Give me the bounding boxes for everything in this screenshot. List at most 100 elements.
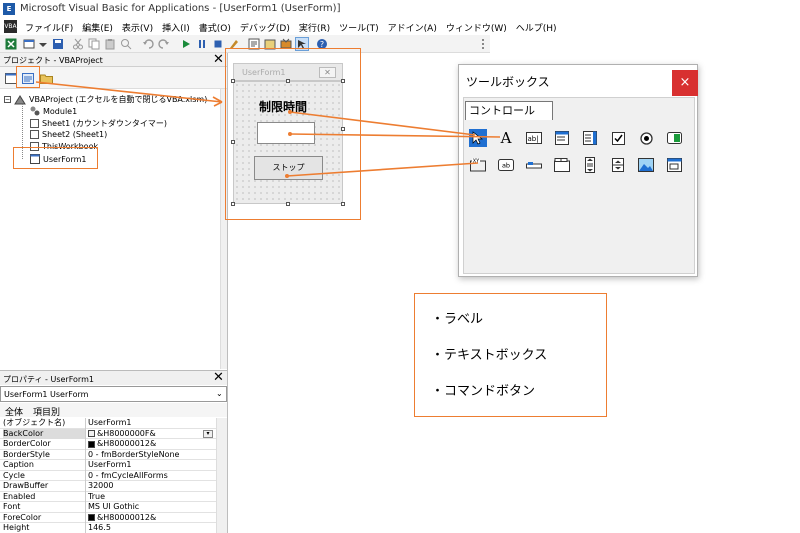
property-value[interactable]: 32000 (88, 481, 223, 491)
property-value-text: 0 - fmBorderStyleNone (88, 449, 180, 459)
menu-edit[interactable]: 編集(E) (82, 21, 113, 34)
cut-icon[interactable] (72, 38, 84, 50)
checkbox-tool-icon[interactable] (609, 129, 627, 147)
property-row[interactable]: BorderStyle 0 - fmBorderStyleNone (0, 449, 227, 460)
property-value[interactable]: 0 - fmCycleAllForms (88, 471, 223, 481)
tree-item-sheet2[interactable]: Sheet2 (Sheet1) (30, 130, 107, 139)
property-name: Enabled (3, 491, 36, 501)
image-tool-icon[interactable] (637, 156, 655, 174)
togglebutton-tool-icon[interactable] (665, 129, 683, 147)
reset-icon[interactable] (212, 38, 224, 50)
svg-text:XY: XY (473, 159, 480, 165)
frame-tool-icon[interactable]: XY (469, 156, 487, 174)
menu-view[interactable]: 表示(V) (122, 21, 153, 34)
insert-userform-icon[interactable] (23, 38, 35, 50)
object-select[interactable]: UserForm1 UserForm ⌄ (0, 386, 227, 402)
properties-panel-close-icon[interactable]: ✕ (213, 371, 224, 384)
property-name: BackColor (3, 428, 85, 439)
commandbutton-tool-icon[interactable]: ab (497, 156, 515, 174)
color-swatch (88, 430, 95, 437)
project-panel-close-icon[interactable]: ✕ (213, 53, 224, 66)
save-icon[interactable] (52, 38, 64, 50)
property-value-text: UserForm1 (88, 460, 132, 469)
property-value[interactable]: &H80000012& (88, 439, 223, 449)
menu-format[interactable]: 書式(O) (199, 21, 231, 34)
property-row[interactable]: Cycle 0 - fmCycleAllForms (0, 470, 227, 481)
property-name: Cycle (3, 470, 25, 480)
toolbar-grip[interactable] (482, 39, 488, 49)
vba-app-icon: E (3, 3, 15, 15)
tab-alphabetic[interactable]: 全体 (5, 405, 23, 418)
tree-root[interactable]: − VBAProject (エクセルを自動で閉じるVBA.xlsm) (4, 94, 207, 105)
menu-addins[interactable]: アドイン(A) (388, 21, 437, 34)
property-row[interactable]: Height 146.5 (0, 523, 227, 533)
tabstrip-tool-icon[interactable] (525, 156, 543, 174)
properties-scrollbar[interactable] (216, 418, 227, 533)
undo-icon[interactable] (142, 38, 154, 50)
label-tool-icon[interactable]: A (497, 129, 515, 147)
menu-file[interactable]: ファイル(F) (25, 21, 73, 34)
property-value[interactable]: 0 - fmBorderStyleNone (88, 450, 223, 460)
menu-tools[interactable]: ツール(T) (339, 21, 379, 34)
menu-help[interactable]: ヘルプ(H) (516, 21, 557, 34)
find-icon[interactable] (120, 38, 132, 50)
menu-debug[interactable]: デバッグ(D) (240, 21, 290, 34)
menu-window[interactable]: ウィンドウ(W) (446, 21, 507, 34)
optionbutton-tool-icon[interactable] (637, 129, 655, 147)
property-row[interactable]: DrawBuffer 32000 (0, 481, 227, 492)
property-value[interactable]: UserForm1 (88, 460, 223, 470)
run-icon[interactable] (180, 38, 192, 50)
color-swatch (88, 514, 95, 521)
excel-view-icon[interactable] (5, 38, 17, 50)
spinbutton-tool-icon[interactable] (609, 156, 627, 174)
property-row[interactable]: (オブジェクト名) UserForm1 (0, 418, 227, 429)
dropdown-icon[interactable] (37, 38, 49, 50)
property-row[interactable]: BackColor &H8000000F& ▾ (0, 428, 227, 439)
property-separator (85, 512, 86, 523)
scrollbar-tool-icon[interactable] (581, 156, 599, 174)
property-name: BorderStyle (3, 449, 50, 459)
refedit-tool-icon[interactable] (665, 156, 683, 174)
break-icon[interactable] (196, 38, 208, 50)
property-value[interactable]: MS UI Gothic (88, 502, 223, 512)
collapse-icon[interactable]: − (4, 96, 11, 103)
property-separator (85, 502, 86, 513)
select-objects-icon[interactable] (469, 129, 487, 147)
combobox-tool-icon[interactable] (553, 129, 571, 147)
toggle-folders-icon[interactable] (40, 73, 53, 84)
multipage-tool-icon[interactable] (553, 156, 571, 174)
listbox-tool-icon[interactable] (581, 129, 599, 147)
sheet-icon (30, 119, 39, 128)
menu-run[interactable]: 実行(R) (299, 21, 330, 34)
title-bar: E Microsoft Visual Basic for Application… (0, 0, 800, 18)
property-row[interactable]: Enabled True (0, 491, 227, 502)
property-row[interactable]: BorderColor &H80000012& (0, 439, 227, 450)
paste-icon[interactable] (104, 38, 116, 50)
annotation-highlight-userform (225, 48, 361, 220)
property-value-text: 32000 (88, 481, 114, 490)
textbox-tool-icon[interactable]: ab| (525, 129, 543, 147)
copy-icon[interactable] (88, 38, 100, 50)
property-name: Height (3, 523, 30, 532)
property-row[interactable]: ForeColor &H80000012& (0, 512, 227, 523)
chevron-down-icon: ⌄ (216, 389, 223, 398)
property-value-text: &H80000012& (97, 512, 157, 522)
tree-item-sheet1[interactable]: Sheet1 (カウントダウンタイマー) (30, 118, 167, 129)
property-row[interactable]: Font MS UI Gothic (0, 502, 227, 513)
toolbox-body (463, 97, 695, 274)
property-separator (85, 418, 86, 429)
property-value[interactable]: UserForm1 (88, 418, 223, 428)
toolbox-tab-controls[interactable]: コントロール (465, 101, 553, 120)
redo-icon[interactable] (158, 38, 170, 50)
dropdown-icon[interactable]: ▾ (203, 429, 213, 438)
property-row[interactable]: Caption UserForm1 (0, 460, 227, 471)
tab-categorized[interactable]: 項目別 (33, 405, 60, 418)
property-value[interactable]: &H80000012& (88, 513, 223, 523)
properties-panel-title: プロパティ - UserForm1 (3, 375, 94, 384)
property-value[interactable]: 146.5 (88, 523, 223, 533)
vba-menu-icon[interactable]: VBA (4, 20, 17, 33)
toolbox-close-button[interactable]: × (672, 70, 698, 96)
menu-insert[interactable]: 挿入(I) (162, 21, 190, 34)
tree-item-module1[interactable]: Module1 (30, 106, 77, 116)
property-value[interactable]: True (88, 492, 223, 502)
